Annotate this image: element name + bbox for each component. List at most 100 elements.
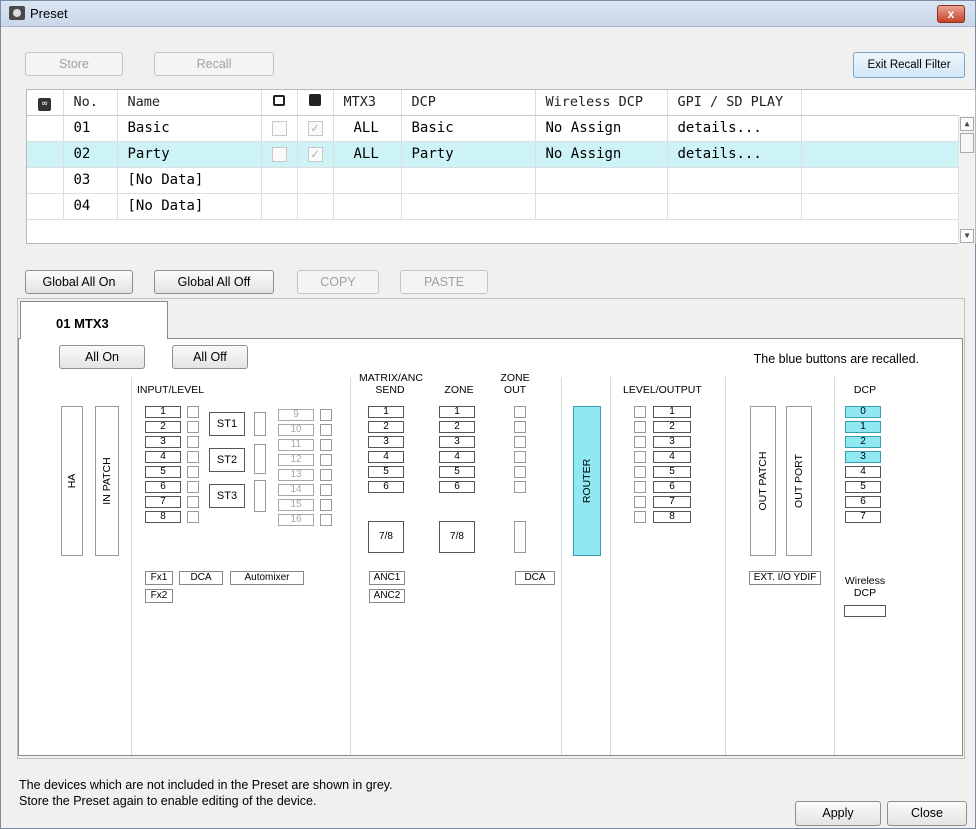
recall-button[interactable]: Recall [154,52,274,76]
global-all-off-button[interactable]: Global All Off [154,270,274,294]
input-level-toggle[interactable] [187,481,199,493]
input-channel-button-grey[interactable]: 12 [278,454,314,466]
input-channel-button-grey[interactable]: 11 [278,439,314,451]
column-header-lock[interactable] [261,90,298,116]
row-wireless-dcp[interactable] [535,167,668,194]
row-gpi[interactable]: details... [667,115,802,142]
input-level-toggle[interactable] [187,406,199,418]
recall-checkbox[interactable]: ✓ [307,120,323,136]
input-channel-button[interactable]: 6 [145,481,181,493]
row-gpi[interactable]: details... [667,141,802,168]
input-level-toggle-grey[interactable] [320,499,332,511]
st2-level-toggle[interactable] [254,444,266,474]
input-channel-button[interactable]: 3 [145,436,181,448]
input-channel-button[interactable]: 2 [145,421,181,433]
column-header-recall-target[interactable] [297,90,334,116]
column-header-no[interactable]: No. [63,90,118,116]
ha-button[interactable]: HA [61,406,83,556]
input-channel-button[interactable]: 7 [145,496,181,508]
fx2-button[interactable]: Fx2 [145,589,173,603]
input-level-toggle-grey[interactable] [320,469,332,481]
anc2-button[interactable]: ANC2 [369,589,405,603]
output-level-toggle[interactable] [634,511,646,523]
output-channel-button[interactable]: 3 [653,436,691,448]
global-all-on-button[interactable]: Global All On [25,270,133,294]
row-mtx3[interactable] [333,167,402,194]
input-level-toggle[interactable] [187,466,199,478]
output-level-toggle[interactable] [634,436,646,448]
zone-button[interactable]: 6 [439,481,475,493]
input-level-toggle-grey[interactable] [320,439,332,451]
input-level-toggle-grey[interactable] [320,514,332,526]
fx1-button[interactable]: Fx1 [145,571,173,585]
matrix-send-button[interactable]: 2 [368,421,404,433]
ext-io-ydif-button[interactable]: EXT. I/O YDIF [749,571,821,585]
out-patch-button[interactable]: OUT PATCH [750,406,776,556]
zone-button[interactable]: 5 [439,466,475,478]
zone-78-button[interactable]: 7/8 [439,521,475,553]
input-channel-button[interactable]: 5 [145,466,181,478]
st1-button[interactable]: ST1 [209,412,245,436]
st3-level-toggle[interactable] [254,480,266,512]
scroll-down-icon[interactable]: ▼ [960,229,974,243]
zone-out-toggle[interactable] [514,466,526,478]
output-level-toggle[interactable] [634,421,646,433]
automixer-button[interactable]: Automixer [230,571,304,585]
row-wireless-dcp[interactable]: No Assign [535,115,668,142]
input-level-toggle[interactable] [187,421,199,433]
zone-out-toggle[interactable] [514,406,526,418]
row-name[interactable]: Basic [117,115,262,142]
zone-out-toggle[interactable] [514,451,526,463]
column-header-name[interactable]: Name [117,90,262,116]
zone-out-toggle[interactable] [514,481,526,493]
out-port-button[interactable]: OUT PORT [786,406,812,556]
apply-button[interactable]: Apply [795,801,881,826]
output-channel-button[interactable]: 6 [653,481,691,493]
scroll-up-icon[interactable]: ▲ [960,117,974,131]
zone-button[interactable]: 1 [439,406,475,418]
st3-button[interactable]: ST3 [209,484,245,508]
paste-button[interactable]: PASTE [400,270,488,294]
row-gpi[interactable] [667,167,802,194]
matrix-send-78-button[interactable]: 7/8 [368,521,404,553]
input-level-toggle-grey[interactable] [320,424,332,436]
dcp-button[interactable]: 3 [845,451,881,463]
store-button[interactable]: Store [25,52,123,76]
router-button[interactable]: ROUTER [573,406,601,556]
row-mtx3[interactable]: ALL [333,115,402,142]
matrix-send-button[interactable]: 4 [368,451,404,463]
output-channel-button[interactable]: 1 [653,406,691,418]
dcp-button[interactable]: 6 [845,496,881,508]
row-name[interactable]: [No Data] [117,193,262,220]
input-level-toggle[interactable] [187,436,199,448]
vertical-scrollbar[interactable]: ▲ ▼ [958,116,975,244]
matrix-send-button[interactable]: 6 [368,481,404,493]
zone-dca-button[interactable]: DCA [515,571,555,585]
anc1-button[interactable]: ANC1 [369,571,405,585]
scroll-thumb[interactable] [960,133,974,153]
output-channel-button[interactable]: 7 [653,496,691,508]
input-channel-button-grey[interactable]: 14 [278,484,314,496]
input-channel-button-grey[interactable]: 15 [278,499,314,511]
dcp-button[interactable]: 4 [845,466,881,478]
input-level-toggle[interactable] [187,496,199,508]
all-on-button[interactable]: All On [59,345,145,369]
input-channel-button[interactable]: 8 [145,511,181,523]
input-channel-button-grey[interactable]: 9 [278,409,314,421]
row-name[interactable]: Party [117,141,262,168]
zone-button[interactable]: 3 [439,436,475,448]
row-wireless-dcp[interactable]: No Assign [535,141,668,168]
link-column-header[interactable]: ∞ [27,90,64,116]
row-mtx3[interactable]: ALL [333,141,402,168]
row-dcp[interactable] [401,193,536,220]
output-channel-button[interactable]: 4 [653,451,691,463]
row-gpi[interactable] [667,193,802,220]
row-mtx3[interactable] [333,193,402,220]
input-channel-button-grey[interactable]: 10 [278,424,314,436]
zone-out-toggle[interactable] [514,436,526,448]
lock-checkbox[interactable] [271,146,287,162]
output-channel-button[interactable]: 8 [653,511,691,523]
input-level-toggle[interactable] [187,511,199,523]
row-name[interactable]: [No Data] [117,167,262,194]
close-button[interactable]: Close [887,801,967,826]
